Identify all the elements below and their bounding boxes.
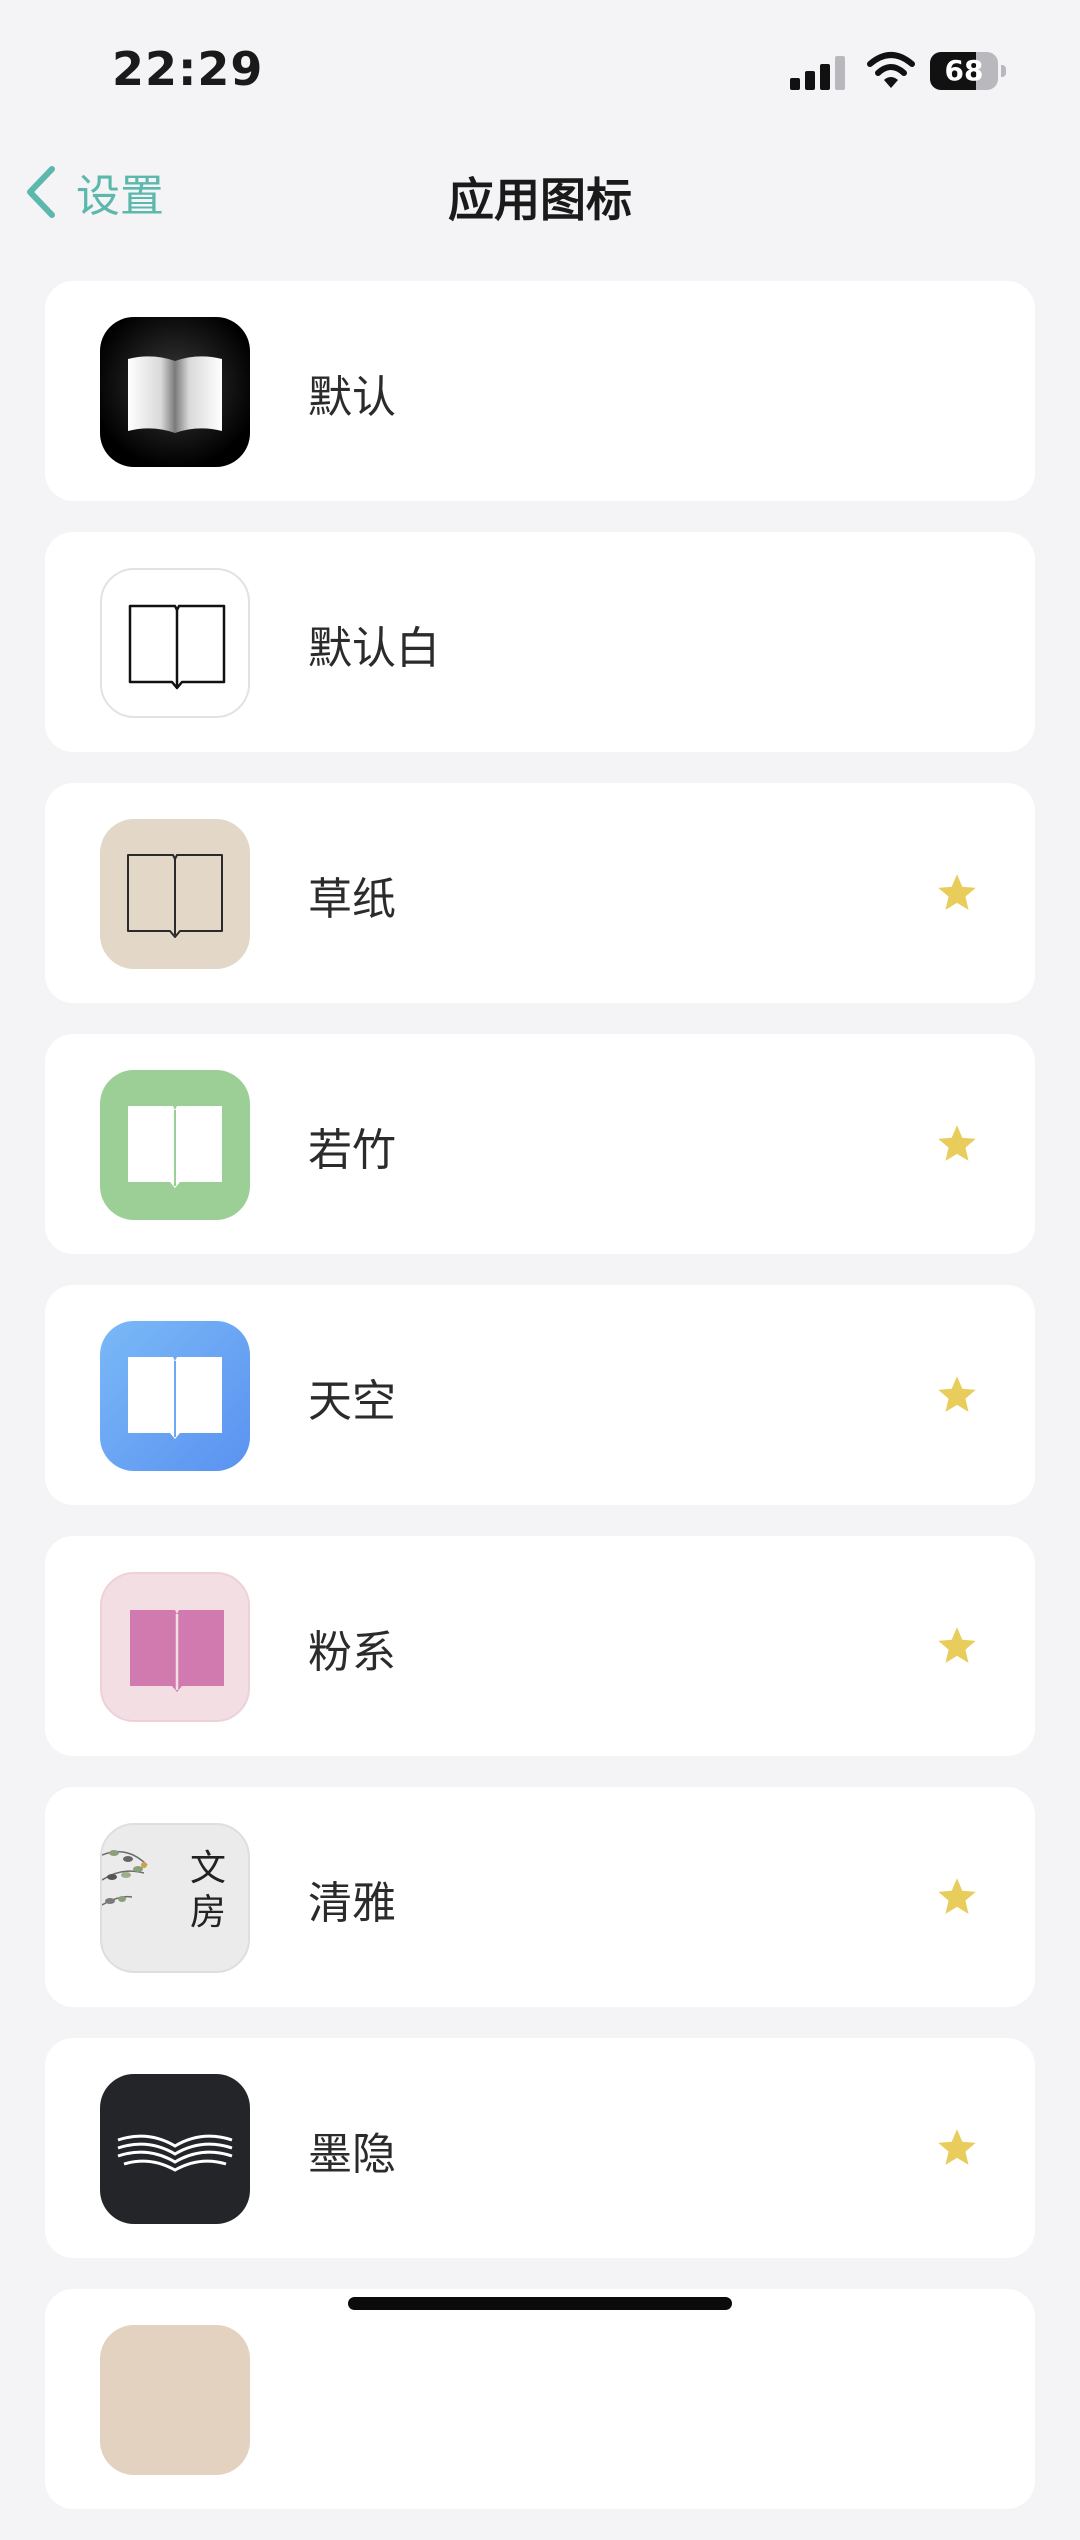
book-white-icon [100, 568, 250, 718]
icon-option-label: 草纸 [308, 874, 396, 925]
star-icon [938, 874, 976, 910]
star-icon [938, 1878, 976, 1914]
icon-option-label: 清雅 [308, 1878, 396, 1929]
icon-option-default[interactable]: 默认 [45, 281, 1035, 501]
icon-option-label: 粉系 [308, 1627, 396, 1678]
icon-option-qingya[interactable]: 文房 清雅 [45, 1787, 1035, 2007]
star-icon [938, 1125, 976, 1161]
star-icon [938, 2129, 976, 2165]
star-icon [938, 1627, 976, 1663]
wenfang-icon-text: 文房 [190, 1848, 227, 1933]
book-partial-icon [100, 2325, 250, 2475]
icon-option-tiankong[interactable]: 天空 [45, 1285, 1035, 1505]
icon-option-default-white[interactable]: 默认白 [45, 532, 1035, 752]
icon-option-label: 默认白 [308, 623, 440, 674]
book-sky-icon [100, 1321, 250, 1471]
book-green-icon [100, 1070, 250, 1220]
status-time: 22:29 [112, 42, 264, 96]
status-bar: 22:29 68 [0, 0, 1080, 140]
app-icon-list: 默认 默认白 草纸 若竹 天空 粉系 文房 清雅 墨隐 [45, 281, 1035, 2540]
battery-icon: 68 [930, 52, 1008, 90]
icon-option-caozhi[interactable]: 草纸 [45, 783, 1035, 1003]
cellular-signal-icon [790, 56, 845, 90]
home-indicator [348, 2297, 732, 2310]
wenfang-icon: 文房 [100, 1823, 250, 1973]
book-black-icon [100, 317, 250, 467]
navigation-bar: 设置 应用图标 [0, 140, 1080, 240]
icon-option-label: 默认 [308, 372, 396, 423]
icon-option-label: 若竹 [308, 1125, 396, 1176]
icon-option-label: 天空 [308, 1376, 396, 1427]
star-icon [938, 1376, 976, 1412]
icon-option-fenxi[interactable]: 粉系 [45, 1536, 1035, 1756]
battery-percent: 68 [944, 54, 984, 87]
icon-option-partial[interactable] [45, 2289, 1035, 2509]
book-paper-icon [100, 819, 250, 969]
page-title: 应用图标 [448, 173, 632, 227]
icon-option-label: 墨隐 [308, 2129, 396, 2180]
icon-option-ruozhu[interactable]: 若竹 [45, 1034, 1035, 1254]
book-ink-icon [100, 2074, 250, 2224]
wifi-icon [867, 52, 915, 88]
book-pink-icon [100, 1572, 250, 1722]
icon-option-moyin[interactable]: 墨隐 [45, 2038, 1035, 2258]
